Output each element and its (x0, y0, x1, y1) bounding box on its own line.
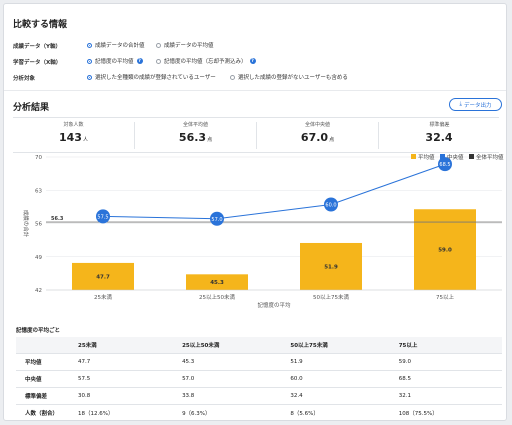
x-tick-label: 25未満 (94, 293, 112, 301)
table-cell: 59.0 (389, 353, 502, 371)
table-cell: 8（5.6%） (281, 404, 390, 420)
table-cell: 51.9 (281, 353, 390, 371)
table-row-header: 平均値 (16, 353, 69, 371)
analysis-chart: 42 49 56 63 70 成績の合計 47.7 45.3 51.9 59.0 56.3 57.5 5… (22, 153, 504, 309)
table-header-row: 25未満 25以上50未満 50以上75未満 75以上 (16, 337, 502, 354)
table-cell: 32.1 (389, 387, 502, 405)
table-cell: 18（12.6%） (69, 404, 174, 420)
table-cell: 9（6.3%） (173, 404, 282, 420)
legend-swatch (440, 154, 445, 159)
table-row: 標準偏差 30.8 33.8 32.4 32.1 (16, 387, 502, 405)
y-tick-label: 56 (35, 222, 42, 228)
legend-label: 全体平均値 (476, 153, 504, 161)
bar-value-label: 59.0 (438, 248, 452, 254)
y-tick-label: 42 (35, 288, 42, 294)
median-value-label: 57.5 (97, 214, 108, 220)
table-cell: 33.8 (173, 387, 282, 405)
table-header-cell (16, 337, 69, 354)
table-header-cell: 25未満 (69, 337, 174, 354)
table-cell: 57.0 (173, 370, 282, 388)
analysis-card: 比較する情報 成績データ（Y軸） 成績データの合計値 成績データの平均値 学習デ… (3, 3, 507, 421)
legend-label: 中央値 (447, 153, 464, 161)
table-row-header: 中央値 (16, 370, 69, 388)
y-tick-label: 63 (35, 188, 42, 194)
table-header-cell: 25以上50未満 (173, 337, 282, 354)
legend-label: 平均値 (418, 153, 435, 161)
summary-table: 25未満 25以上50未満 50以上75未満 75以上 平均値 47.7 45.… (16, 337, 502, 420)
table-row: 人数（割合） 18（12.6%） 9（6.3%） 8（5.6%） 108（75.… (16, 404, 502, 420)
legend-swatch (411, 154, 416, 159)
table-cell: 45.3 (173, 353, 282, 371)
table-row: 中央値 57.5 57.0 60.0 68.5 (16, 370, 502, 388)
x-axis-title: 記憶度の平均 (257, 301, 291, 309)
median-value-label: 60.0 (325, 203, 336, 209)
table-cell: 32.4 (281, 387, 390, 405)
bar-value-label: 47.7 (96, 274, 110, 280)
table-cell: 60.0 (281, 370, 390, 388)
table-cell: 30.8 (69, 387, 174, 405)
table-row-header: 標準偏差 (16, 387, 69, 405)
median-value-label: 68.5 (439, 162, 450, 168)
table-cell: 47.7 (69, 353, 174, 371)
table-cell: 57.5 (69, 370, 174, 388)
median-value-label: 57.0 (211, 217, 222, 223)
table-row: 平均値 47.7 45.3 51.9 59.0 (16, 353, 502, 371)
y-axis-title: 成績の合計 (22, 210, 30, 238)
legend-swatch (469, 154, 474, 159)
table-caption: 記憶度の平均ごと (16, 328, 61, 334)
bar-value-label: 45.3 (210, 280, 224, 286)
median-line (102, 163, 446, 220)
bar-value-label: 51.9 (324, 264, 338, 270)
overall-average-label: 56.3 (51, 216, 64, 222)
x-tick-label: 25以上50未満 (199, 293, 235, 301)
y-tick-label: 70 (35, 155, 42, 161)
x-tick-label: 50以上75未満 (313, 293, 349, 301)
y-tick-label: 49 (35, 255, 42, 261)
table-row-header: 人数（割合） (16, 404, 69, 420)
table-header-cell: 75以上 (389, 337, 502, 354)
x-tick-label: 75以上 (436, 293, 454, 301)
table-cell: 108（75.5%） (389, 404, 502, 420)
table-cell: 68.5 (389, 370, 502, 388)
table-header-cell: 50以上75未満 (281, 337, 390, 354)
